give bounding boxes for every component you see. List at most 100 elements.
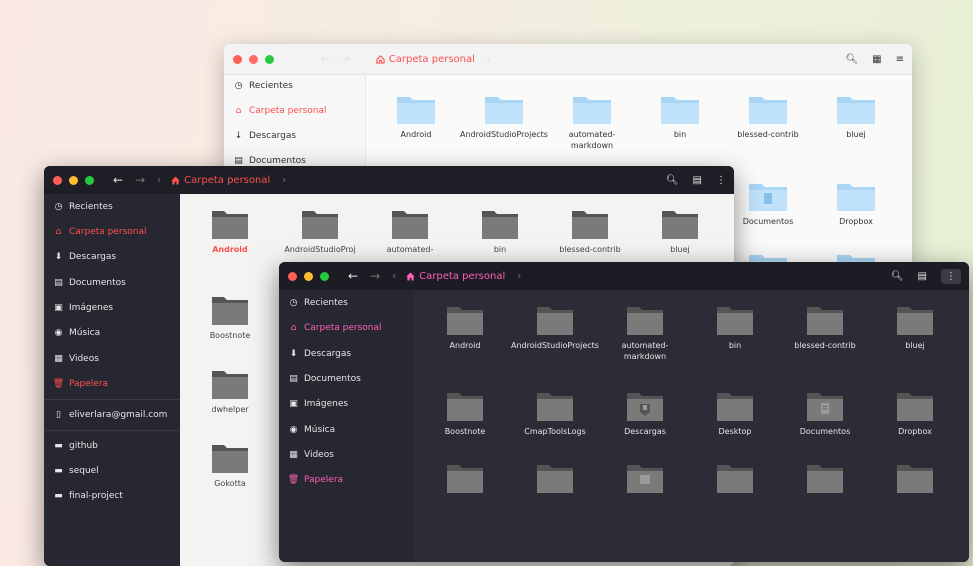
folder-item[interactable]: AndroidStudioProjects — [511, 304, 599, 351]
folder-item[interactable]: bluej — [871, 304, 959, 351]
sidebar-item-carpeta-personal[interactable]: ⌂ Carpeta personal — [234, 106, 327, 116]
forward-icon[interactable]: → — [370, 269, 380, 283]
sidebar-item-imagenes[interactable]: ▣ Imágenes — [289, 399, 348, 409]
sidebar-item-documentos[interactable]: ▤ Documentos — [289, 374, 361, 384]
folder-item[interactable]: blessed-contrib — [724, 93, 812, 140]
menu-icon[interactable]: ≡ — [896, 54, 904, 65]
titlebar: ← → Carpeta personal › 🔍︎ ▦ ≡ — [224, 44, 912, 75]
folder-item[interactable]: Documentos — [781, 390, 869, 437]
clock-icon: ◷ — [289, 298, 298, 308]
folder-item[interactable]: AndroidStudioProj — [276, 208, 364, 255]
search-icon[interactable]: 🔍︎ — [845, 54, 858, 65]
back-icon[interactable]: ← — [113, 173, 123, 187]
sidebar-item-papelera[interactable]: 🗑︎ Papelera — [53, 379, 108, 389]
sidebar-item-musica[interactable]: ◉ Música — [289, 425, 336, 435]
folder-item[interactable]: bin — [456, 208, 544, 255]
folder-item[interactable]: Dropbox — [871, 390, 959, 437]
folder-item[interactable]: bin — [636, 93, 724, 140]
video-icon: ▦ — [289, 450, 298, 460]
folder-item[interactable]: blessed-contrib — [546, 208, 634, 255]
folder-item[interactable] — [871, 462, 959, 494]
sidebar-item-recientes[interactable]: ◷ Recientes — [289, 298, 348, 308]
breadcrumb[interactable]: Carpeta personal › — [406, 271, 521, 282]
forward-icon[interactable]: → — [341, 54, 349, 65]
maximize-button[interactable] — [265, 54, 274, 64]
home-icon: ⌂ — [55, 227, 62, 237]
folder-item[interactable]: Gokotta — [186, 442, 274, 489]
folder-icon — [717, 465, 753, 493]
folder-icon — [485, 97, 523, 124]
downloads-folder-icon — [627, 393, 663, 421]
menu-icon[interactable]: ⋮ — [941, 268, 961, 284]
folder-icon — [447, 307, 483, 335]
sidebar-item-account[interactable]: ▯ eliverlara@gmail.com — [54, 410, 167, 420]
folder-item[interactable]: bluej — [812, 93, 900, 140]
document-icon: ▤ — [54, 278, 63, 288]
folder-item[interactable]: Dropbox — [812, 180, 900, 227]
search-icon[interactable]: 🔍︎ — [666, 175, 679, 186]
folder-icon — [447, 393, 483, 421]
search-icon[interactable]: 🔍︎ — [891, 271, 904, 282]
close-button[interactable] — [233, 54, 242, 64]
sidebar-item-sequel[interactable]: ▬ sequel — [54, 466, 98, 476]
minimize-button[interactable] — [69, 175, 78, 185]
folder-item[interactable]: Descargas — [601, 390, 689, 437]
close-button[interactable] — [53, 175, 62, 185]
folder-item[interactable]: CmapToolsLogs — [511, 390, 599, 437]
view-toggle-icon[interactable]: ▦ — [872, 54, 881, 65]
maximize-button[interactable] — [320, 271, 329, 281]
sidebar-item-descargas[interactable]: ⬇ Descargas — [289, 349, 351, 359]
folder-item[interactable] — [691, 462, 779, 494]
folder-item[interactable] — [421, 462, 509, 494]
folder-item[interactable]: automated-markdown — [601, 304, 689, 362]
folder-item[interactable]: Desktop — [691, 390, 779, 437]
close-button[interactable] — [288, 271, 297, 281]
music-icon: ◉ — [54, 328, 63, 338]
folder-item[interactable]: automated- — [366, 208, 454, 255]
folder-item[interactable]: bin — [691, 304, 779, 351]
sidebar-item-papelera[interactable]: 🗑︎ Papelera — [288, 475, 343, 485]
view-toggle-icon[interactable]: ▤ — [693, 175, 702, 186]
sidebar-item-recientes[interactable]: ◷ Recientes — [54, 202, 113, 212]
folder-item[interactable]: AndroidStudioProjects — [460, 93, 548, 140]
folder-item[interactable]: Boostnote — [186, 294, 274, 341]
menu-icon[interactable]: ⋮ — [716, 175, 726, 186]
folder-item[interactable]: Boostnote — [421, 390, 509, 437]
folder-item[interactable]: Android — [372, 93, 460, 140]
breadcrumb[interactable]: Carpeta personal › — [171, 175, 286, 186]
maximize-button[interactable] — [85, 175, 94, 185]
sidebar-item-imagenes[interactable]: ▣ Imágenes — [54, 303, 113, 313]
sidebar-item-github[interactable]: ▬ github — [54, 441, 98, 451]
back-icon[interactable]: ← — [348, 269, 358, 283]
sidebar-item-carpeta-personal[interactable]: ⌂ Carpeta personal — [54, 227, 147, 237]
folder-item[interactable] — [781, 462, 869, 494]
chevron-left-icon[interactable]: ‹ — [157, 175, 161, 186]
back-icon[interactable]: ← — [321, 54, 329, 65]
sidebar-item-musica[interactable]: ◉ Música — [54, 328, 101, 338]
folder-item[interactable]: bluej — [636, 208, 724, 255]
sidebar-item-documentos[interactable]: ▤ Documentos — [54, 278, 126, 288]
breadcrumb[interactable]: Carpeta personal › — [376, 54, 491, 65]
sidebar-item-descargas[interactable]: ↓ Descargas — [234, 131, 296, 141]
forward-icon[interactable]: → — [135, 173, 145, 187]
sidebar-item-final-project[interactable]: ▬ final-project — [54, 491, 123, 501]
sidebar-item-recientes[interactable]: ◷ Recientes — [234, 81, 293, 91]
chevron-left-icon[interactable]: ‹ — [392, 271, 396, 282]
folder-item[interactable] — [511, 462, 599, 494]
sidebar-item-descargas[interactable]: ⬇ Descargas — [54, 252, 116, 262]
folder-item[interactable]: blessed-contrib — [781, 304, 869, 351]
chevron-right-icon: › — [517, 270, 522, 282]
sidebar-item-carpeta-personal[interactable]: ⌂ Carpeta personal — [289, 323, 382, 333]
folder-item[interactable]: dwhelper — [186, 368, 274, 415]
folder-item[interactable] — [601, 462, 689, 494]
view-toggle-icon[interactable]: ▤ — [918, 271, 927, 282]
folder-item[interactable]: Documentos — [724, 180, 812, 227]
sidebar-item-videos[interactable]: ▦ Videos — [54, 354, 99, 364]
sidebar-item-documentos[interactable]: ▤ Documentos — [234, 156, 306, 166]
folder-item[interactable]: automated-markdown — [548, 93, 636, 151]
folder-item[interactable]: Android — [421, 304, 509, 351]
minimize-button[interactable] — [304, 271, 313, 281]
folder-item[interactable]: Android — [186, 208, 274, 255]
minimize-button[interactable] — [249, 54, 258, 64]
sidebar-item-videos[interactable]: ▦ Videos — [289, 450, 334, 460]
